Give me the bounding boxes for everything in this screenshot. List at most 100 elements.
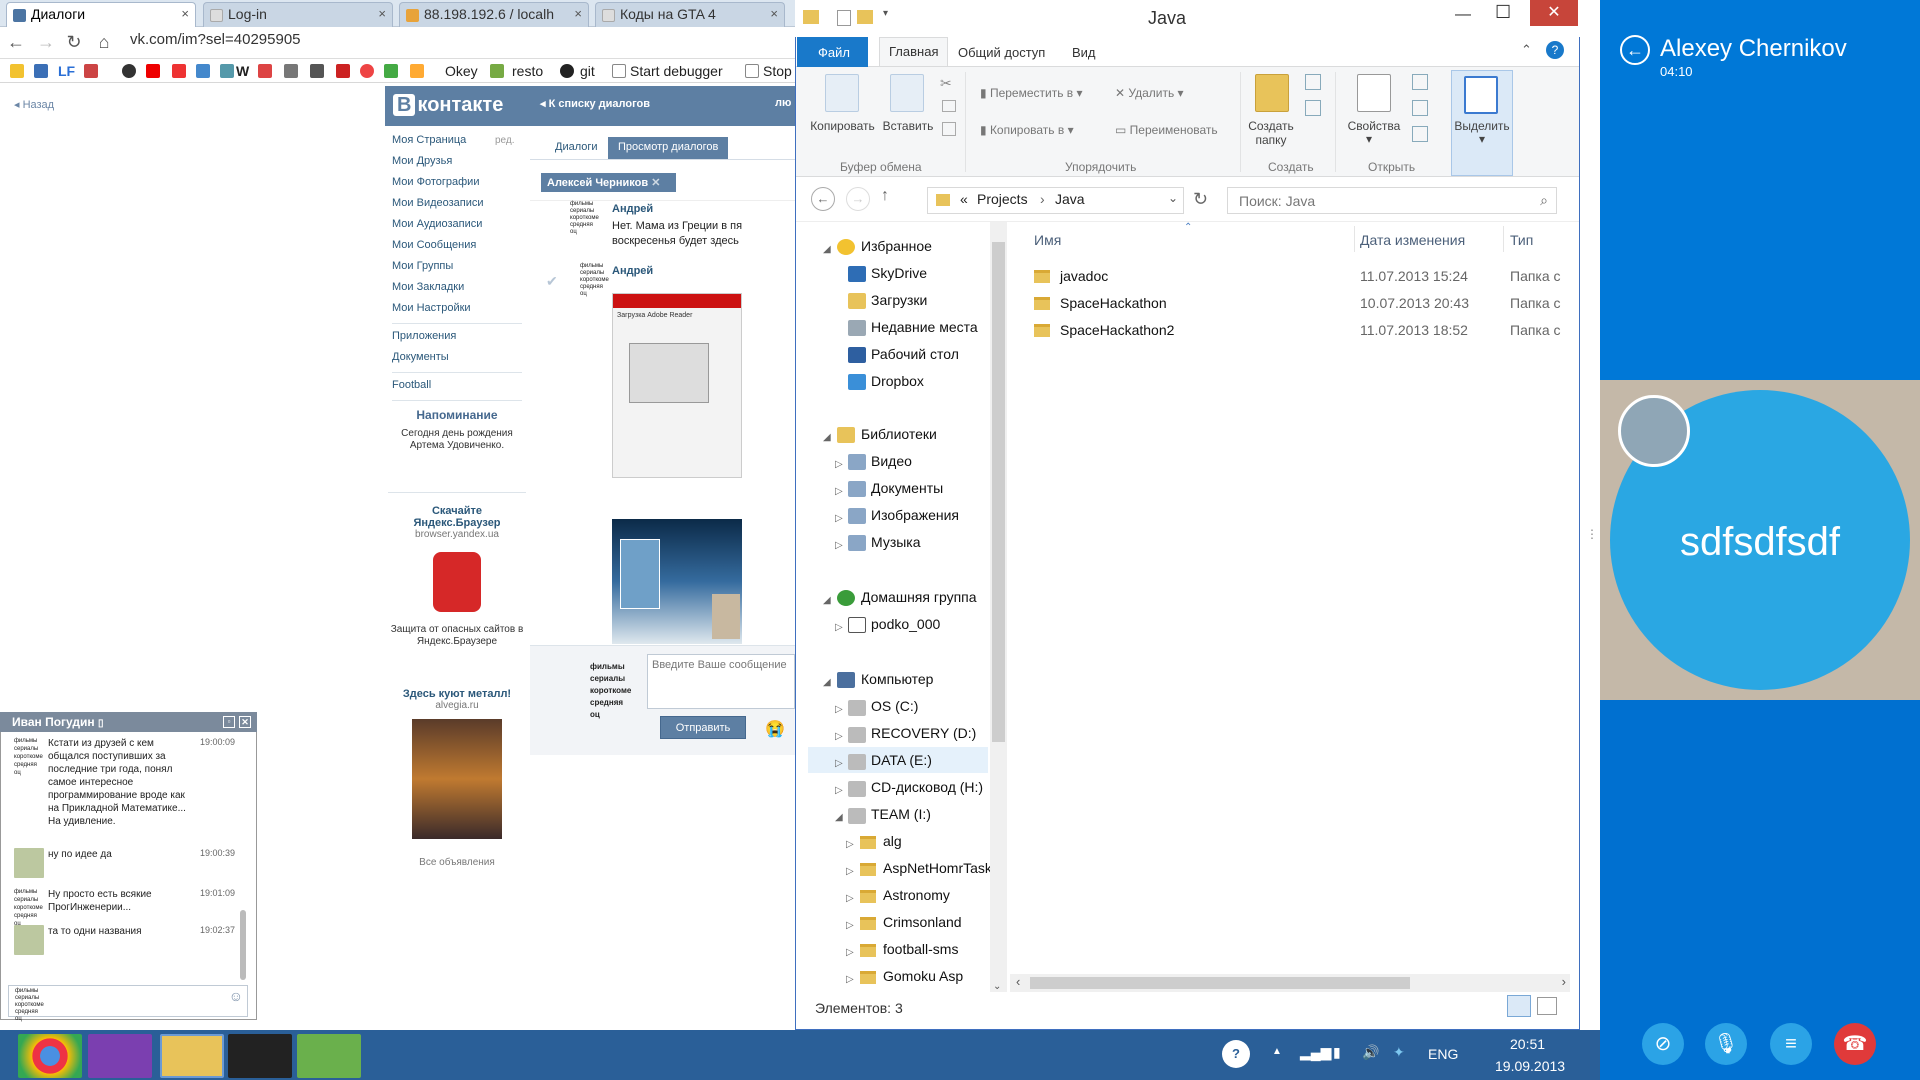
menu-icon[interactable]: ≡	[1770, 1023, 1812, 1065]
bookmark-stop[interactable]: Stop	[763, 63, 792, 79]
refresh-icon[interactable]: ↻	[1193, 189, 1208, 210]
column-name[interactable]: Имя	[1034, 232, 1061, 248]
volume-icon[interactable]: 🔊	[1362, 1044, 1379, 1061]
collapse-icon[interactable]: ◢	[823, 432, 831, 443]
tree-downloads[interactable]: Загрузки	[871, 292, 927, 308]
bookmark-okey[interactable]: Okey	[445, 63, 478, 79]
expand-icon[interactable]: ▷	[835, 704, 843, 715]
expand-icon[interactable]: ▷	[846, 866, 854, 877]
chevron-up-icon[interactable]: ⌃	[1521, 42, 1532, 58]
bookmark-wiki[interactable]: W	[236, 63, 249, 79]
tree-computer[interactable]: Компьютер	[861, 671, 933, 687]
properties-button[interactable]: Свойства	[1340, 119, 1408, 133]
bookmark-icon[interactable]	[384, 64, 398, 78]
tab-gta[interactable]: Коды на GTA 4 ×	[595, 2, 785, 27]
github-icon[interactable]	[560, 64, 574, 78]
avatar[interactable]: фильмы сериалы короткоме средняя оц	[14, 737, 44, 777]
phpstorm-icon[interactable]	[88, 1034, 152, 1078]
expand-icon[interactable]: ▷	[835, 459, 843, 470]
reload-icon[interactable]: ↻	[64, 32, 84, 53]
tab-file[interactable]: Файл	[797, 37, 868, 67]
avatar[interactable]: фильмы сериалы короткоме средняя оц	[570, 201, 600, 236]
chevron-down-icon[interactable]: ▾	[1366, 132, 1372, 146]
collapse-icon[interactable]: ◢	[823, 595, 831, 606]
url-field[interactable]: vk.com/im?sel=40295905	[130, 31, 301, 48]
properties-icon[interactable]	[837, 10, 851, 26]
touch-icon[interactable]	[228, 1034, 292, 1078]
video-off-icon[interactable]: ⊘	[1642, 1023, 1684, 1065]
recipient-chip[interactable]: Алексей Черников ✕	[541, 173, 676, 192]
tree-drive-h[interactable]: CD-дисковод (H:)	[871, 779, 983, 795]
copy-path-icon[interactable]	[942, 100, 956, 112]
forward-icon[interactable]: →	[846, 187, 870, 211]
search-icon[interactable]: ⌕	[1540, 192, 1548, 209]
ad-alvegia[interactable]: Здесь куют металл! alvegia.ru Все объявл…	[388, 688, 526, 868]
utorrent-icon[interactable]	[297, 1034, 361, 1078]
menu-friends[interactable]: Мои Друзья	[392, 155, 452, 167]
smile-icon[interactable]: 😭	[765, 719, 785, 739]
expand-icon[interactable]: ▷	[835, 785, 843, 796]
avatar[interactable]	[1618, 395, 1690, 467]
back-icon[interactable]: ←	[1620, 35, 1650, 65]
edit-icon[interactable]	[1412, 100, 1428, 116]
chrome-icon[interactable]	[18, 1034, 82, 1078]
expand-icon[interactable]: ▷	[835, 486, 843, 497]
tab-phpmyadmin[interactable]: 88.198.192.6 / localh ×	[399, 2, 589, 27]
all-ads-link[interactable]: Все объявления	[388, 857, 526, 868]
expand-icon[interactable]: ▷	[846, 974, 854, 985]
menu-settings[interactable]: Мои Настройки	[392, 302, 471, 314]
tree-folder[interactable]: Crimsonland	[883, 914, 962, 930]
avatar[interactable]: фильмы сериалы короткоме средняя оц	[14, 888, 44, 928]
tree-homegroup[interactable]: Домашняя группа	[861, 589, 977, 605]
copy-to-button[interactable]: ▮ Копировать в ▾	[980, 123, 1074, 137]
expand-icon[interactable]: ▷	[835, 540, 843, 551]
bookmark-icon[interactable]	[122, 64, 136, 78]
ad-yandex[interactable]: Скачайте Яндекс.Браузер browser.yandex.u…	[388, 505, 526, 648]
avatar[interactable]: фильмы сериалы короткоме средняя оц	[590, 661, 635, 721]
tree-desktop[interactable]: Рабочий стол	[871, 346, 959, 362]
chevron-up-icon[interactable]: ▲	[1272, 1046, 1282, 1057]
menu-videos[interactable]: Мои Видеозаписи	[392, 197, 484, 209]
language-indicator[interactable]: ENG	[1428, 1046, 1458, 1062]
menu-photos[interactable]: Мои Фотографии	[392, 176, 479, 188]
tree-dropbox[interactable]: Dropbox	[871, 373, 924, 389]
tree-folder[interactable]: football-sms	[883, 941, 958, 957]
easy-access-icon[interactable]	[1305, 100, 1321, 116]
properties-icon[interactable]	[1357, 74, 1391, 112]
tab-login[interactable]: Log-in ×	[203, 2, 393, 27]
tab-view[interactable]: Вид	[1072, 45, 1096, 60]
menu-apps[interactable]: Приложения	[392, 330, 456, 342]
help-icon[interactable]: ?	[1546, 41, 1564, 59]
expand-icon[interactable]: ▷	[846, 920, 854, 931]
vk-back-link[interactable]: ◂ Назад	[14, 98, 54, 111]
tree-favorites[interactable]: Избранное	[861, 238, 932, 254]
bookmark-icon[interactable]	[490, 64, 504, 78]
new-item-icon[interactable]	[1305, 74, 1321, 90]
tree-skydrive[interactable]: SkyDrive	[871, 265, 927, 281]
tree-drive-i[interactable]: TEAM (I:)	[871, 806, 931, 822]
copy-icon[interactable]	[825, 74, 859, 112]
tab-dialogs-list[interactable]: Диалоги	[545, 137, 608, 159]
close-icon[interactable]: ✕	[1530, 0, 1578, 26]
tree-scrollbar[interactable]: ⌄	[990, 222, 1007, 992]
edit-link[interactable]: ред.	[495, 135, 515, 146]
tree-folder[interactable]: Gomoku Asp	[883, 968, 963, 984]
avatar[interactable]: фильмы сериалы короткоме средняя оц	[580, 263, 610, 298]
bookmark-git[interactable]: git	[580, 63, 595, 79]
new-folder-icon[interactable]	[857, 10, 873, 24]
tree-folder[interactable]: alg	[883, 833, 902, 849]
bookmark-icon[interactable]	[336, 64, 350, 78]
battery-icon[interactable]: ▮	[1333, 1044, 1341, 1061]
avatar[interactable]	[14, 848, 44, 878]
bookmark-icon[interactable]	[220, 64, 234, 78]
avatar[interactable]	[14, 925, 44, 955]
bookmark-resto[interactable]: resto	[512, 63, 543, 79]
tree-drive-c[interactable]: OS (C:)	[871, 698, 918, 714]
vk-logo[interactable]: Вконтакте	[393, 94, 503, 117]
collapse-icon[interactable]: ◢	[835, 812, 843, 823]
yandex-icon[interactable]	[172, 64, 186, 78]
address-path[interactable]: « Projects › Java ⌄	[927, 187, 1184, 214]
expand-icon[interactable]: ▷	[835, 622, 843, 633]
menu-my-page[interactable]: Моя Страница	[392, 134, 466, 146]
smile-icon[interactable]: ☺	[229, 988, 243, 1004]
